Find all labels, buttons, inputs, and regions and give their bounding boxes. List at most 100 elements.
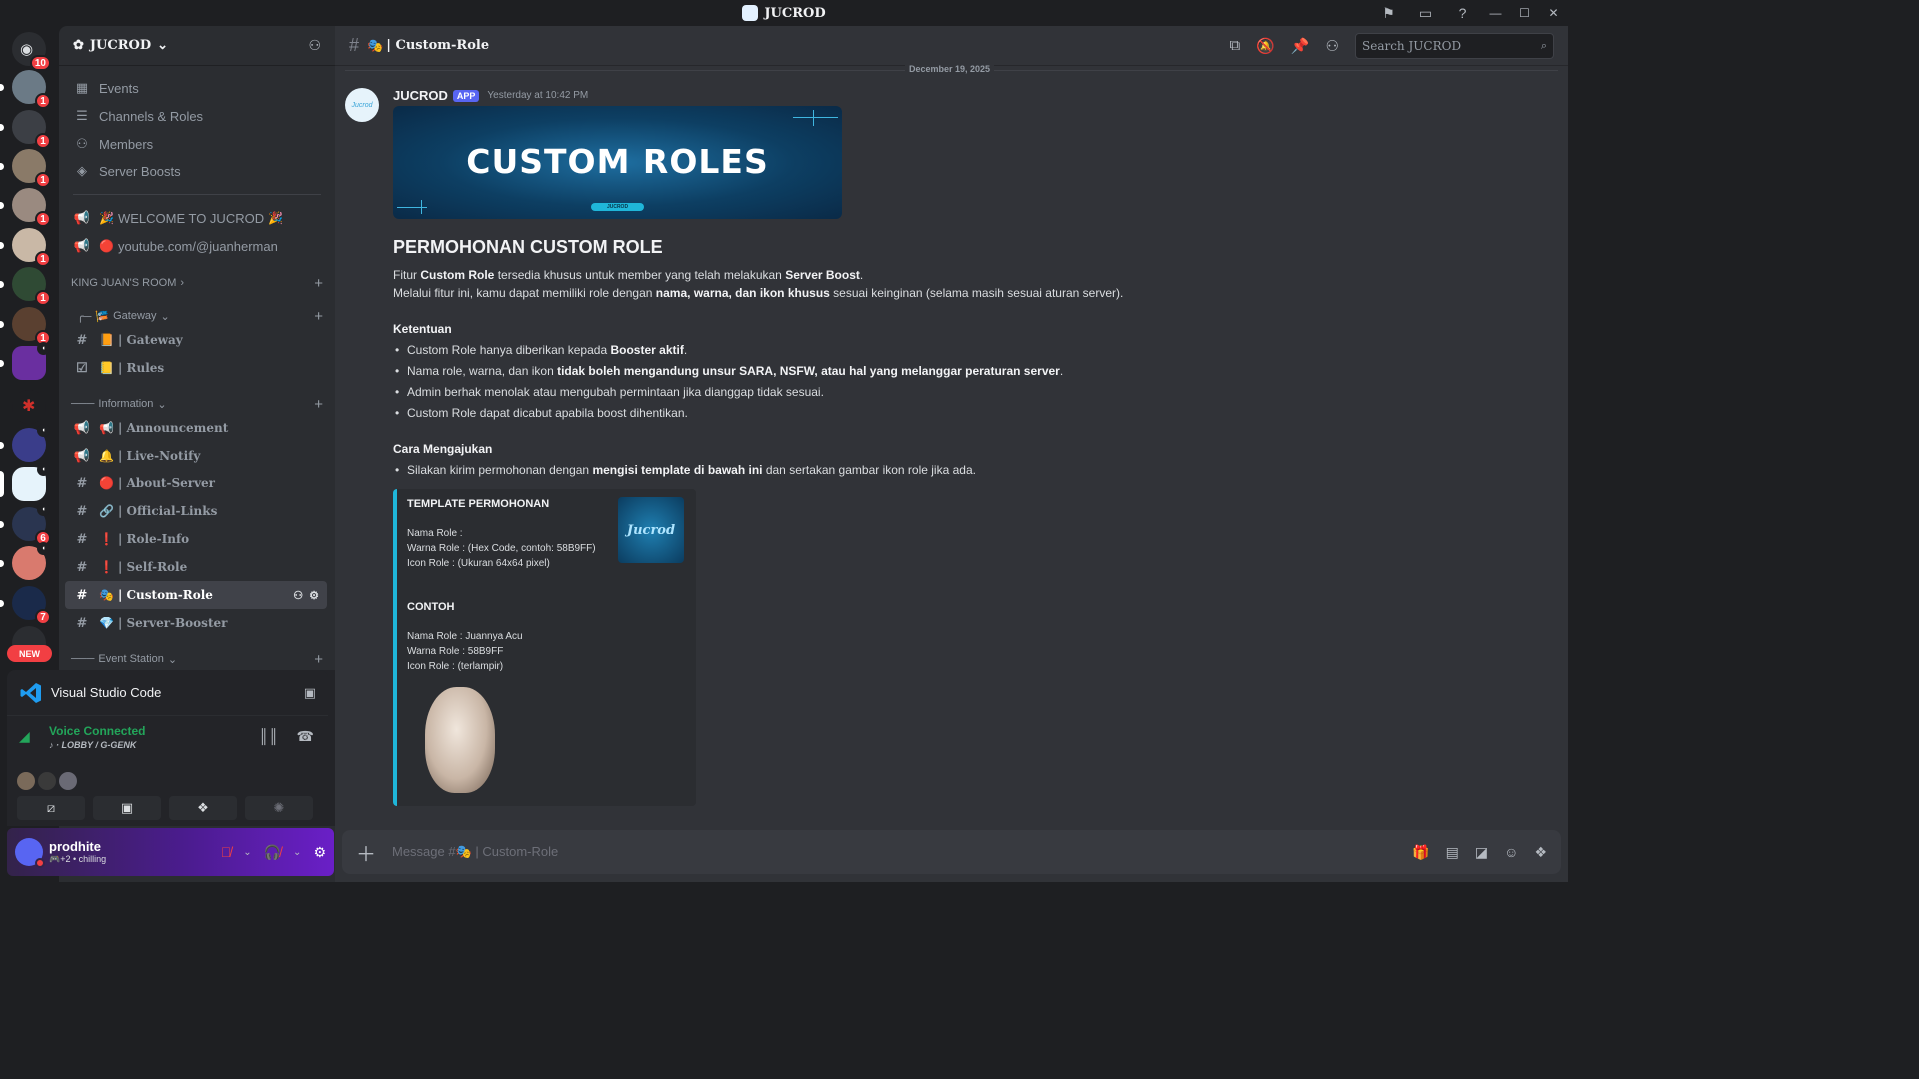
sticker-icon[interactable]: ◪ [1475, 844, 1488, 861]
server-icon[interactable]: ◖ [0, 542, 50, 580]
chevron-down-icon[interactable]: ⌄ [243, 847, 251, 858]
category-gateway[interactable]: ╭─ 🎏 Gateway ⌄ + [71, 307, 323, 325]
server-icon[interactable]: ◖ 6 [0, 503, 51, 546]
server-icon[interactable]: 1 [0, 149, 51, 188]
invite-icon[interactable]: ⚇ [293, 589, 303, 602]
avatar[interactable] [17, 772, 35, 790]
message-input[interactable]: Message #🎭 | Custom-Role [392, 844, 1412, 860]
server-header[interactable]: ✿ JUCROD ⌄ ⚇ [59, 26, 335, 66]
flag-icon[interactable]: ⚑ [1370, 0, 1407, 26]
chevron-down-icon: ⌄ [167, 653, 178, 666]
server-icon[interactable]: 1 [0, 188, 51, 227]
channel-announcement[interactable]: 📢 📢 | Announcement [65, 414, 327, 442]
screen-share-icon[interactable]: ▣ [304, 685, 316, 701]
channel-about-server[interactable]: # 🔴 | About-Server [65, 469, 327, 497]
channel-official-links[interactable]: # 🔗 | Official-Links [65, 497, 327, 525]
chevron-down-icon[interactable]: ⌄ [293, 847, 301, 858]
soundboard-button[interactable]: ✺ [245, 796, 313, 820]
gift-icon[interactable]: 🎁 [1412, 844, 1429, 861]
create-channel-icon[interactable]: + [314, 651, 323, 668]
category-king-juans-room[interactable]: KING JUAN'S ROOM › + [71, 274, 323, 292]
server-icon[interactable]: 1 [0, 228, 51, 267]
chevron-down-icon: ⌄ [157, 38, 169, 53]
help-icon[interactable]: ? [1444, 0, 1481, 26]
sidebar-item-server-boosts[interactable]: ◈ Server Boosts [65, 157, 327, 185]
server-icon[interactable]: 1 [0, 267, 51, 306]
server-icon[interactable]: ✱ [12, 390, 46, 424]
channel-live-notify[interactable]: 📢 🔔 | Live-Notify [65, 442, 327, 470]
server-icon[interactable]: 1 [0, 110, 51, 149]
boost-icon: ◈ [77, 163, 87, 178]
channel-rules[interactable]: ☑ 📒 | Rules [65, 354, 327, 382]
banner-image[interactable]: CUSTOM ROLES JUCROD [393, 106, 842, 219]
sidebar-item-channels-roles[interactable]: ☰ Channels & Roles [65, 102, 327, 130]
rules-icon: ☑ [76, 360, 88, 376]
maximize-button[interactable]: ☐ [1510, 0, 1539, 26]
avatar[interactable]: Jucrod [345, 88, 379, 122]
threads-icon[interactable]: ⧉ [1229, 37, 1240, 54]
hash-icon: # [76, 615, 88, 631]
camera-off-button[interactable]: ⧄ [17, 796, 85, 820]
avatar[interactable] [15, 838, 45, 868]
sidebar-item-events[interactable]: ▦ Events [65, 74, 327, 102]
message-composer[interactable]: ＋ Message #🎭 | Custom-Role 🎁 ▤ ◪ ☺ ❖ [342, 830, 1561, 874]
embed-thumbnail[interactable]: Jucrod [618, 497, 684, 563]
server-icon[interactable]: 7 [0, 586, 51, 625]
author-name[interactable]: JUCROD [393, 88, 448, 103]
server-icon[interactable]: ◖ [0, 424, 50, 462]
browse-channels-icon: ☰ [76, 108, 88, 123]
disconnect-icon[interactable]: ☎ [297, 728, 314, 745]
app-badge: APP [452, 89, 480, 102]
channel-youtube[interactable]: 📢 🔴 youtube.com/@juanherman [65, 232, 327, 260]
channel-self-role[interactable]: # ❗ | Self-Role [65, 553, 327, 581]
calendar-icon: ▦ [75, 80, 89, 95]
app-activity[interactable]: Visual Studio Code ▣ [7, 670, 328, 716]
category-event-station[interactable]: ─── Event Station ⌄ + [71, 650, 323, 668]
role-icon-image[interactable] [425, 687, 495, 793]
voice-icon: ◖ [37, 503, 50, 516]
noise-suppression-icon[interactable]: ║║ [259, 728, 279, 745]
direct-messages-button[interactable]: ◉ 10 [12, 32, 51, 71]
server-icon[interactable]: ◖ [0, 342, 50, 380]
pin-icon[interactable]: 📌 [1291, 37, 1310, 55]
server-icon[interactable]: 1 [0, 70, 51, 109]
gear-icon[interactable]: ⚙ [309, 589, 319, 602]
attach-button[interactable]: ＋ [356, 838, 376, 867]
channel-custom-role[interactable]: # 🎭 | Custom-Role ⚇ ⚙ [65, 581, 327, 609]
invite-people-icon[interactable]: ⚇ [308, 37, 321, 54]
avatar[interactable] [38, 772, 56, 790]
message-content: PERMOHONAN CUSTOM ROLE Fitur Custom Role… [393, 235, 1483, 479]
new-badge: NEW [7, 645, 52, 662]
list-item: Silakan kirim permohonan dengan mengisi … [395, 461, 1483, 479]
sidebar-item-members[interactable]: ⚇ Members [65, 130, 327, 158]
notification-mute-icon[interactable]: 🔕 [1256, 37, 1275, 55]
rules-list: Custom Role hanya diberikan kepada Boost… [395, 341, 1483, 422]
server-icon[interactable]: 1 [0, 307, 51, 346]
inbox-icon[interactable]: ▭ [1407, 0, 1444, 26]
apps-icon[interactable]: ❖ [1534, 844, 1547, 861]
share-screen-button[interactable]: ▣ [93, 796, 161, 820]
create-channel-icon[interactable]: + [314, 396, 323, 413]
deafen-icon[interactable]: 🎧̸ [264, 844, 281, 861]
create-channel-icon[interactable]: + [314, 275, 323, 292]
close-window-button[interactable]: ✕ [1539, 0, 1568, 26]
member-list-icon[interactable]: ⚇ [1326, 37, 1339, 55]
emoji-icon[interactable]: ☺ [1504, 844, 1518, 861]
user-settings-icon[interactable]: ⚙ [313, 844, 326, 861]
channel-role-info[interactable]: # ❗ | Role-Info [65, 525, 327, 553]
ladybug-icon: ✱ [22, 398, 36, 415]
channel-server-booster[interactable]: # 💎 | Server-Booster [65, 609, 327, 637]
avatar[interactable] [59, 772, 77, 790]
minimize-button[interactable]: — [1481, 0, 1510, 26]
mute-mic-icon[interactable]: 🎙̸ [221, 844, 232, 860]
search-input[interactable]: Search JUCROD ⌕ [1355, 32, 1554, 59]
hash-icon: # [76, 475, 88, 491]
category-information[interactable]: ─── Information ⌄ + [71, 395, 323, 413]
activities-button[interactable]: ❖ [169, 796, 237, 820]
speaker-icon: ♪ · [49, 740, 62, 750]
create-channel-icon[interactable]: + [314, 308, 323, 325]
channel-gateway[interactable]: # 📙 | Gateway [65, 326, 327, 354]
server-icon-jucrod[interactable]: ◖ [0, 463, 50, 501]
gif-icon[interactable]: ▤ [1446, 844, 1459, 861]
channel-welcome[interactable]: 📢 🎉 WELCOME TO JUCROD 🎉 [65, 204, 327, 232]
